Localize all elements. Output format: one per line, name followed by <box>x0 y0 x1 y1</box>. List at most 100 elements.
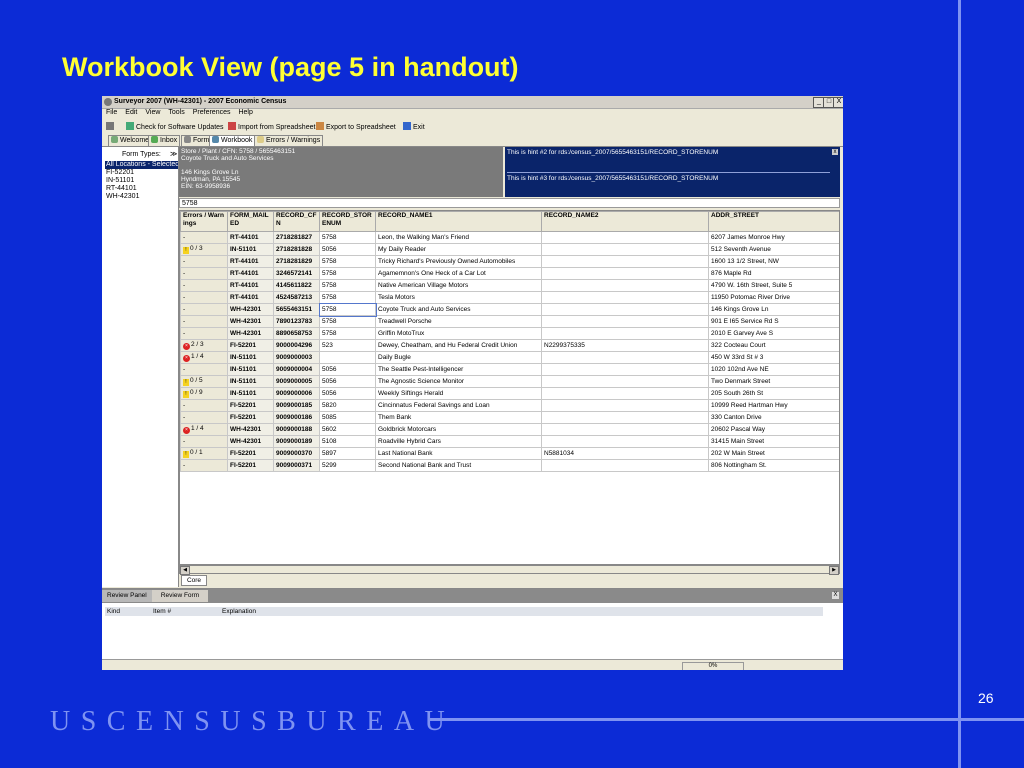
name1-cell[interactable]: Agamemnon's One Heck of a Car Lot <box>375 267 542 280</box>
name2-cell[interactable] <box>541 327 709 340</box>
form-cell[interactable]: FI-52201 <box>227 339 274 352</box>
status-cell[interactable]: - <box>180 435 228 448</box>
cfn-cell[interactable]: 9009000004 <box>273 363 320 376</box>
cfn-cell[interactable]: 9009000370 <box>273 447 320 460</box>
tab-form[interactable]: Form <box>181 135 213 146</box>
form-cell[interactable]: FI-52201 <box>227 399 274 412</box>
addr-cell[interactable]: 20602 Pascal Way <box>708 423 839 436</box>
table-row[interactable]: - WH-42301 9009000189 5108 Roadville Hybrid … <box>180 435 839 448</box>
menu-view[interactable]: View <box>145 109 160 116</box>
form-type-item[interactable]: RT-44101 <box>105 185 178 193</box>
storenum-cell[interactable]: 5056 <box>319 363 376 376</box>
addr-cell[interactable]: 31415 Main Street <box>708 435 839 448</box>
status-cell[interactable]: ! 0 / 3 <box>180 243 228 256</box>
status-cell[interactable]: - <box>180 231 228 244</box>
addr-cell[interactable]: 876 Maple Rd <box>708 267 839 280</box>
status-cell[interactable]: - <box>180 411 228 424</box>
name2-cell[interactable] <box>541 279 709 292</box>
storenum-cell[interactable]: 5056 <box>319 243 376 256</box>
review-header-item[interactable]: Item # <box>153 608 171 615</box>
storenum-cell[interactable]: 5758 <box>319 315 376 328</box>
name1-cell[interactable]: Griffin MotoTrux <box>375 327 542 340</box>
table-row[interactable]: - WH-42301 7890123783 5758 Treadwell Porsche… <box>180 315 839 328</box>
form-cell[interactable]: FI-52201 <box>227 411 274 424</box>
status-cell[interactable]: - <box>180 315 228 328</box>
cfn-cell[interactable]: 9009000186 <box>273 411 320 424</box>
cell-value-input[interactable]: 5758 <box>179 198 840 208</box>
review-header-kind[interactable]: Kind <box>107 608 120 615</box>
cfn-cell[interactable]: 4145611822 <box>273 279 320 292</box>
name1-cell[interactable]: Goldbrick Motorcars <box>375 423 542 436</box>
column-header[interactable]: FORM_MAILED <box>227 211 274 232</box>
table-row[interactable]: - IN-51101 9009000004 5056 The Seattle Pest-… <box>180 363 839 376</box>
scroll-right-icon[interactable]: ▶ <box>829 566 839 575</box>
name2-cell[interactable] <box>541 399 709 412</box>
form-cell[interactable]: RT-44101 <box>227 279 274 292</box>
name1-cell[interactable]: Daily Bugle <box>375 351 542 364</box>
table-row[interactable]: - WH-42301 8890658753 5758 Griffin MotoTrux 2… <box>180 327 839 340</box>
tab-welcome[interactable]: Welcome <box>108 135 153 146</box>
storenum-cell[interactable]: 5108 <box>319 435 376 448</box>
menu-preferences[interactable]: Preferences <box>193 109 231 116</box>
storenum-cell[interactable]: 5758 <box>319 327 376 340</box>
form-types-dropdown[interactable]: ≫ <box>170 150 177 158</box>
table-row[interactable]: ! 0 / 3 IN-51101 2718281828 5056 My Daily Rea… <box>180 243 839 256</box>
name1-cell[interactable]: Tesla Motors <box>375 291 542 304</box>
storenum-cell[interactable]: 5897 <box>319 447 376 460</box>
storenum-cell[interactable]: 5758 <box>319 267 376 280</box>
sheet-tab-core[interactable]: Core <box>181 575 207 586</box>
form-cell[interactable]: IN-51101 <box>227 387 274 400</box>
form-cell[interactable]: RT-44101 <box>227 291 274 304</box>
cfn-cell[interactable]: 9009000188 <box>273 423 320 436</box>
name2-cell[interactable] <box>541 351 709 364</box>
name1-cell[interactable]: Cincinnatus Federal Savings and Loan <box>375 399 542 412</box>
form-cell[interactable]: FI-52201 <box>227 459 274 472</box>
name2-cell[interactable] <box>541 375 709 388</box>
addr-cell[interactable]: 806 Nottingham St. <box>708 459 839 472</box>
review-header-explanation[interactable]: Explanation <box>222 608 256 615</box>
storenum-cell[interactable]: 5085 <box>319 411 376 424</box>
status-cell[interactable]: ! 0 / 5 <box>180 375 228 388</box>
cfn-cell[interactable]: 9000004296 <box>273 339 320 352</box>
addr-cell[interactable]: 1600 13 1/2 Street, NW <box>708 255 839 268</box>
form-cell[interactable]: RT-44101 <box>227 267 274 280</box>
form-type-item[interactable]: All Locations - Selected 0 <box>105 161 178 169</box>
name2-cell[interactable]: N2299375335 <box>541 339 709 352</box>
name2-cell[interactable] <box>541 423 709 436</box>
status-cell[interactable]: - <box>180 459 228 472</box>
addr-cell[interactable]: 2010 E Garvey Ave S <box>708 327 839 340</box>
cfn-cell[interactable]: 9009000185 <box>273 399 320 412</box>
addr-cell[interactable]: 146 Kings Grove Ln <box>708 303 839 316</box>
name1-cell[interactable]: Coyote Truck and Auto Services <box>375 303 542 316</box>
table-row[interactable]: × 1 / 4 WH-42301 9009000188 5602 Goldbrick Mo… <box>180 423 839 436</box>
status-cell[interactable]: - <box>180 399 228 412</box>
form-cell[interactable]: IN-51101 <box>227 363 274 376</box>
status-cell[interactable]: - <box>180 291 228 304</box>
name2-cell[interactable] <box>541 435 709 448</box>
hint-close-button[interactable]: x <box>832 149 838 155</box>
cfn-cell[interactable]: 2718281829 <box>273 255 320 268</box>
name2-cell[interactable] <box>541 243 709 256</box>
form-cell[interactable]: WH-42301 <box>227 303 274 316</box>
export-button[interactable]: Export to Spreadsheet <box>316 122 396 131</box>
addr-cell[interactable]: 1020 102nd Ave NE <box>708 363 839 376</box>
addr-cell[interactable]: 6207 James Monroe Hwy <box>708 231 839 244</box>
status-cell[interactable]: - <box>180 303 228 316</box>
storenum-cell[interactable]: 5758 <box>319 255 376 268</box>
status-cell[interactable]: ! 0 / 1 <box>180 447 228 460</box>
addr-cell[interactable]: 205 South 26th St <box>708 387 839 400</box>
form-cell[interactable]: RT-44101 <box>227 231 274 244</box>
form-cell[interactable]: IN-51101 <box>227 351 274 364</box>
name1-cell[interactable]: Leon, the Walking Man's Friend <box>375 231 542 244</box>
status-cell[interactable]: - <box>180 267 228 280</box>
name1-cell[interactable]: My Daily Reader <box>375 243 542 256</box>
name2-cell[interactable] <box>541 387 709 400</box>
storenum-cell[interactable]: 5056 <box>319 387 376 400</box>
storenum-cell[interactable]: 5056 <box>319 375 376 388</box>
name2-cell[interactable] <box>541 363 709 376</box>
name1-cell[interactable]: Last National Bank <box>375 447 542 460</box>
cfn-cell[interactable]: 9009000371 <box>273 459 320 472</box>
name2-cell[interactable]: N5881034 <box>541 447 709 460</box>
check-updates-button[interactable]: Check for Software Updates <box>126 122 224 131</box>
scroll-left-icon[interactable]: ◀ <box>180 566 190 575</box>
